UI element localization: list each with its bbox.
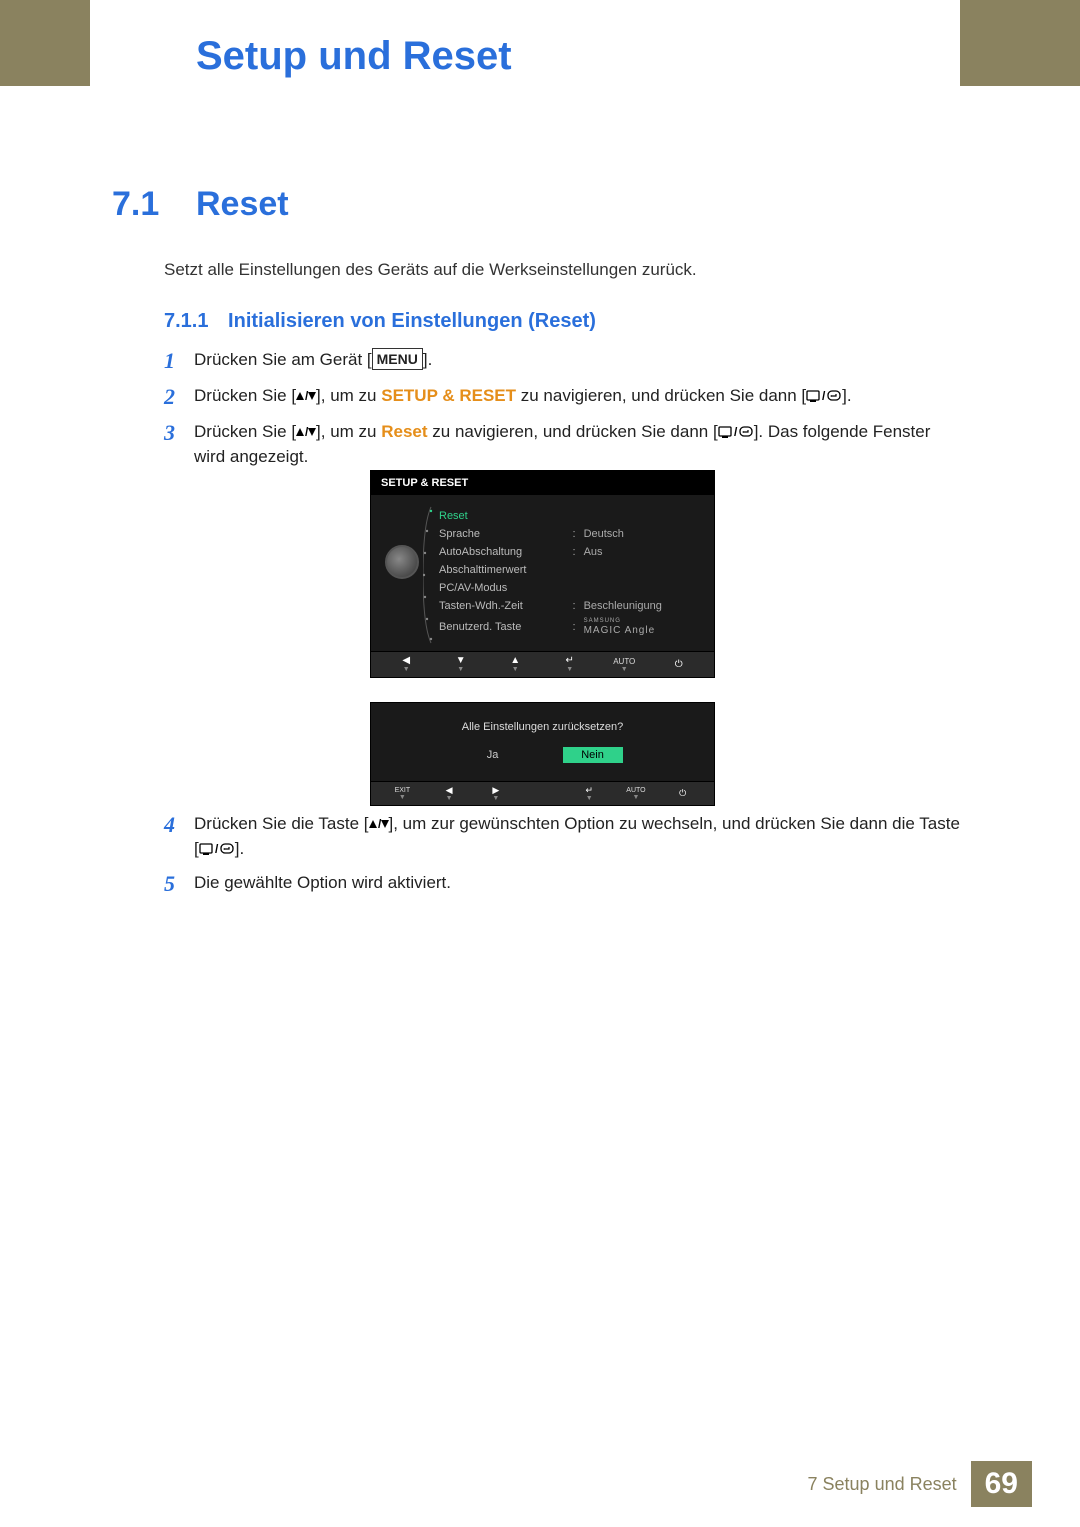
osd-confirm-message: Alle Einstellungen zurücksetzen? xyxy=(381,721,704,733)
page-footer: 7 Setup und Reset 69 xyxy=(808,1461,1032,1507)
step-4-number: 4 xyxy=(164,812,194,861)
subsection-heading: 7.1.1 Initialisieren von Einstellungen (… xyxy=(164,310,596,333)
step-2-text: Drücken Sie [/], um zu SETUP & RESET zu … xyxy=(194,384,852,410)
osd-row-tastenwdh: Tasten-Wdh.-Zeit:Beschleunigung xyxy=(435,597,702,615)
osd-confirm-bottom-bar: EXIT▼ ◀▼ ▶▼ ↵▼ AUTO▼ ⏻ xyxy=(371,781,714,805)
up-down-icon: / xyxy=(369,818,389,830)
up-down-icon: / xyxy=(296,390,316,402)
osd-screenshots: SETUP & RESET Reset Sprache:Deutsch Auto… xyxy=(370,470,715,806)
auto-label: AUTO xyxy=(626,787,645,794)
step-4: 4 Drücken Sie die Taste [/], um zur gewü… xyxy=(164,812,964,861)
step-3-number: 3 xyxy=(164,420,194,469)
svg-text:/: / xyxy=(378,818,382,830)
osd-row-sprache: Sprache:Deutsch xyxy=(435,525,702,543)
steps-list-top: 1 Drücken Sie am Gerät [MENU]. 2 Drücken… xyxy=(164,348,964,479)
subsection-number: 7.1.1 xyxy=(164,310,208,332)
step-5: 5 Die gewählte Option wird aktiviert. xyxy=(164,871,964,897)
page-number: 69 xyxy=(971,1461,1032,1507)
auto-label: AUTO xyxy=(613,657,635,666)
osd-row-abschalttimerwert: Abschalttimerwert xyxy=(435,561,702,579)
step-1-text: Drücken Sie am Gerät [MENU]. xyxy=(194,348,432,374)
step-1-number: 1 xyxy=(164,348,194,374)
step-4-text: Drücken Sie die Taste [/], um zur gewüns… xyxy=(194,812,964,861)
osd-row-benutzerd: Benutzerd. Taste:SAMSUNGMAGIC Angle xyxy=(435,615,702,639)
intro-paragraph: Setzt alle Einstellungen des Geräts auf … xyxy=(164,260,697,280)
step-3-text: Drücken Sie [/], um zu Reset zu navigier… xyxy=(194,420,964,469)
section-heading: 7.1 Reset xyxy=(112,185,289,224)
chapter-title: Setup und Reset xyxy=(196,34,512,79)
power-icon: ⏻ xyxy=(675,660,683,670)
osd-menu-table: Reset Sprache:Deutsch AutoAbschaltung:Au… xyxy=(435,507,702,639)
svg-text:/: / xyxy=(305,426,309,438)
svg-text:/: / xyxy=(305,390,309,402)
source-enter-icon: / xyxy=(806,386,842,405)
osd-no-button: Nein xyxy=(563,747,623,763)
down-icon: ▼ xyxy=(456,656,466,666)
osd-title: SETUP & RESET xyxy=(371,471,714,495)
osd-confirm-dialog: Alle Einstellungen zurücksetzen? Ja Nein… xyxy=(370,702,715,806)
osd-row-reset: Reset xyxy=(435,507,702,525)
power-icon: ⏻ xyxy=(679,789,686,798)
setup-reset-keyword: SETUP & RESET xyxy=(381,386,516,405)
reset-keyword: Reset xyxy=(381,422,427,441)
subsection-title: Initialisieren von Einstellungen (Reset) xyxy=(228,310,596,332)
footer-text: 7 Setup und Reset xyxy=(808,1474,957,1495)
step-2-number: 2 xyxy=(164,384,194,410)
section-number: 7.1 xyxy=(112,185,196,224)
osd-yes-button: Ja xyxy=(463,747,523,763)
svg-text:/: / xyxy=(215,842,219,856)
header-band xyxy=(0,0,1080,86)
osd-curve-icon xyxy=(423,505,433,645)
exit-label: EXIT xyxy=(395,787,411,794)
source-enter-icon: / xyxy=(718,422,754,441)
enter-icon: ↵ xyxy=(566,656,574,666)
svg-text:/: / xyxy=(734,425,738,439)
osd-row-pcav: PC/AV-Modus xyxy=(435,579,702,597)
step-5-text: Die gewählte Option wird aktiviert. xyxy=(194,871,451,897)
source-enter-icon: / xyxy=(199,839,235,858)
osd-dial-icon xyxy=(385,545,419,579)
right-icon: ▶ xyxy=(492,786,499,795)
menu-button-label: MENU xyxy=(372,348,423,370)
step-1: 1 Drücken Sie am Gerät [MENU]. xyxy=(164,348,964,374)
up-down-icon: / xyxy=(296,426,316,438)
osd-setup-reset-menu: SETUP & RESET Reset Sprache:Deutsch Auto… xyxy=(370,470,715,678)
up-icon: ▲ xyxy=(510,656,520,666)
left-icon: ◀ xyxy=(402,656,410,666)
step-3: 3 Drücken Sie [/], um zu Reset zu navigi… xyxy=(164,420,964,469)
step-5-number: 5 xyxy=(164,871,194,897)
steps-list-bottom: 4 Drücken Sie die Taste [/], um zur gewü… xyxy=(164,812,964,907)
enter-icon: ↵ xyxy=(585,786,593,795)
svg-text:/: / xyxy=(822,389,826,403)
osd-row-autoabschaltung: AutoAbschaltung:Aus xyxy=(435,543,702,561)
osd-bottom-bar: ◀▼ ▼▼ ▲▼ ↵▼ AUTO▼ ⏻ xyxy=(371,651,714,677)
section-title: Reset xyxy=(196,185,289,224)
step-2: 2 Drücken Sie [/], um zu SETUP & RESET z… xyxy=(164,384,964,410)
left-icon: ◀ xyxy=(446,786,453,795)
